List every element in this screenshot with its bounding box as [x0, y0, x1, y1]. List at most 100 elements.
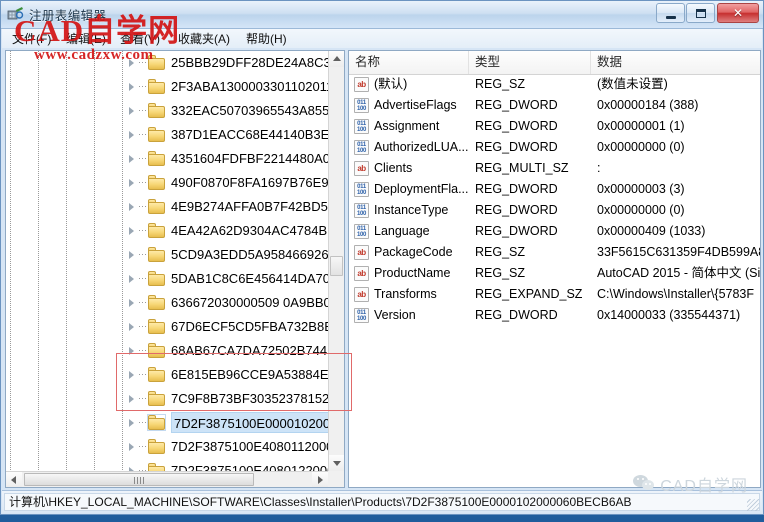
value-type-cell: REG_SZ: [475, 74, 593, 95]
tree-scroll-left-button[interactable]: [6, 472, 22, 487]
tree-item[interactable]: 7C9F8B73BF30352378152: [6, 387, 328, 411]
expand-arrow-icon[interactable]: [129, 107, 134, 115]
column-header-type[interactable]: 类型: [469, 51, 591, 74]
expand-arrow-icon[interactable]: [129, 251, 134, 259]
value-row[interactable]: abPackageCodeREG_SZ33F5615C631359F4DB599…: [349, 242, 760, 263]
tree-scroll-corner: [328, 471, 344, 487]
value-data-cell: 0x00000000 (0): [597, 137, 760, 158]
tree-item-label: 4EA42A62D9304AC4784BF2: [171, 219, 328, 243]
tree-item[interactable]: 5DAB1C8C6E456414DA70A: [6, 267, 328, 291]
tree-scroll-up-button[interactable]: [329, 51, 344, 67]
expand-arrow-icon[interactable]: [129, 203, 134, 211]
folder-icon: [148, 319, 165, 334]
expand-arrow-icon[interactable]: [129, 347, 134, 355]
value-type-cell: REG_DWORD: [475, 305, 593, 326]
tree-horizontal-scrollbar[interactable]: [6, 471, 328, 487]
expand-arrow-icon[interactable]: [129, 59, 134, 67]
tree-item[interactable]: 67D6ECF5CD5FBA732B8B22: [6, 315, 328, 339]
tree-item-label: 387D1EACC68E44140B3ED8: [171, 123, 328, 147]
tree-item-label: 7D2F3875100E0000102000: [171, 412, 328, 433]
tree-scroll-down-button[interactable]: [329, 455, 344, 471]
expand-arrow-icon[interactable]: [129, 227, 134, 235]
tree-indent-guides: [6, 243, 142, 267]
tree-item[interactable]: 7D2F3875100E4080112000: [6, 435, 328, 459]
tree-item[interactable]: 7D2F3875100E0000102000: [6, 411, 328, 435]
expand-arrow-icon[interactable]: [129, 443, 134, 451]
value-row[interactable]: abTransformsREG_EXPAND_SZC:\Windows\Inst…: [349, 284, 760, 305]
registry-values-pane: 名称 类型 数据 ab(默认)REG_SZ(数值未设置)011100Advert…: [348, 50, 761, 488]
tree-item[interactable]: 2F3ABA1300003301102011I: [6, 75, 328, 99]
column-header-data[interactable]: 数据: [591, 51, 760, 74]
menu-item-view[interactable]: 查看(V): [116, 31, 164, 47]
tree-item[interactable]: 4EA42A62D9304AC4784BF2: [6, 219, 328, 243]
tree-item[interactable]: 25BBB29DFF28DE24A8C3E4: [6, 51, 328, 75]
expand-arrow-icon[interactable]: [129, 155, 134, 163]
tree-item[interactable]: 636672030000509 0A9BB00: [6, 291, 328, 315]
value-name-cell: Version: [374, 305, 474, 326]
tree-vertical-scrollbar[interactable]: [328, 51, 344, 471]
tree-item[interactable]: 6E815EB96CCE9A53884E78: [6, 363, 328, 387]
tree-item[interactable]: 490F0870F8FA1697B76E9A0: [6, 171, 328, 195]
value-row[interactable]: 011100VersionREG_DWORD0x14000033 (335544…: [349, 305, 760, 326]
tree-item-label: 25BBB29DFF28DE24A8C3E4: [171, 51, 328, 75]
tree-item[interactable]: 4351604FDFBF2214480A07I: [6, 147, 328, 171]
value-data-cell: 0x00000000 (0): [597, 200, 760, 221]
close-button[interactable]: ✕: [717, 3, 759, 23]
expand-arrow-icon[interactable]: [129, 179, 134, 187]
expand-arrow-icon[interactable]: [129, 299, 134, 307]
menu-item-help[interactable]: 帮助(H): [242, 31, 291, 47]
value-row[interactable]: ab(默认)REG_SZ(数值未设置): [349, 74, 760, 95]
tree-indent-guides: [6, 339, 142, 363]
tree-item[interactable]: 4E9B274AFFA0B7F42BD56F: [6, 195, 328, 219]
value-row[interactable]: abProductNameREG_SZAutoCAD 2015 - 简体中文 (…: [349, 263, 760, 284]
value-data-cell: 0x00000184 (388): [597, 95, 760, 116]
expand-arrow-icon[interactable]: [129, 371, 134, 379]
values-list: ab(默认)REG_SZ(数值未设置)011100AdvertiseFlagsR…: [349, 74, 760, 487]
dword-value-icon: 011100: [354, 224, 369, 239]
resize-grip-icon[interactable]: [747, 499, 759, 511]
expand-arrow-icon[interactable]: [129, 83, 134, 91]
value-type-cell: REG_SZ: [475, 242, 593, 263]
value-name-cell: (默认): [374, 74, 474, 95]
value-row[interactable]: 011100AuthorizedLUA...REG_DWORD0x0000000…: [349, 137, 760, 158]
title-bar[interactable]: 注册表编辑器 ✕: [1, 1, 763, 29]
value-row[interactable]: 011100LanguageREG_DWORD0x00000409 (1033): [349, 221, 760, 242]
tree-connector-icon: [139, 158, 148, 159]
tree-item[interactable]: 387D1EACC68E44140B3ED8: [6, 123, 328, 147]
value-type-cell: REG_MULTI_SZ: [475, 158, 593, 179]
string-value-icon: ab: [354, 245, 369, 260]
menu-item-edit[interactable]: 编辑(E): [62, 31, 110, 47]
status-bar: 计算机\HKEY_LOCAL_MACHINE\SOFTWARE\Classes\…: [2, 490, 762, 513]
value-row[interactable]: 011100AssignmentREG_DWORD0x00000001 (1): [349, 116, 760, 137]
tree-vertical-scroll-thumb[interactable]: [330, 256, 343, 276]
tree-item[interactable]: 7D2F3875100E4080122000: [6, 459, 328, 471]
expand-arrow-icon[interactable]: [129, 275, 134, 283]
menu-item-file[interactable]: 文件(F): [8, 31, 55, 47]
minimize-button[interactable]: [656, 3, 685, 23]
value-row[interactable]: abClientsREG_MULTI_SZ:: [349, 158, 760, 179]
tree-horizontal-scroll-thumb[interactable]: [24, 473, 254, 486]
value-data-cell: (数值未设置): [597, 74, 760, 95]
value-row[interactable]: 011100AdvertiseFlagsREG_DWORD0x00000184 …: [349, 95, 760, 116]
column-header-name[interactable]: 名称: [349, 51, 469, 74]
value-row[interactable]: 011100DeploymentFla...REG_DWORD0x0000000…: [349, 179, 760, 200]
value-row[interactable]: 011100InstanceTypeREG_DWORD0x00000000 (0…: [349, 200, 760, 221]
tree-item[interactable]: 332EAC50703965543A8554: [6, 99, 328, 123]
expand-arrow-icon[interactable]: [129, 131, 134, 139]
tree-item[interactable]: 5CD9A3EDD5A9584669264: [6, 243, 328, 267]
expand-arrow-icon[interactable]: [129, 323, 134, 331]
value-icon-glyph: 011100: [355, 183, 368, 196]
tree-item-label: 6E815EB96CCE9A53884E78: [171, 363, 328, 387]
menu-item-favorites[interactable]: 收藏夹(A): [174, 31, 234, 47]
maximize-button[interactable]: [686, 3, 715, 23]
tree-item[interactable]: 68AB67CA7DA72502B744B: [6, 339, 328, 363]
value-icon-glyph: ab: [355, 162, 368, 175]
expand-arrow-icon[interactable]: [129, 419, 134, 427]
value-name-cell: AuthorizedLUA...: [374, 137, 474, 158]
folder-icon: [148, 79, 165, 94]
expand-arrow-icon[interactable]: [129, 395, 134, 403]
tree-scroll-right-button[interactable]: [312, 472, 328, 487]
tree-indent-guides: [6, 171, 142, 195]
tree-connector-icon: [139, 86, 148, 87]
tree-item-label: 7D2F3875100E4080112000: [171, 435, 328, 459]
